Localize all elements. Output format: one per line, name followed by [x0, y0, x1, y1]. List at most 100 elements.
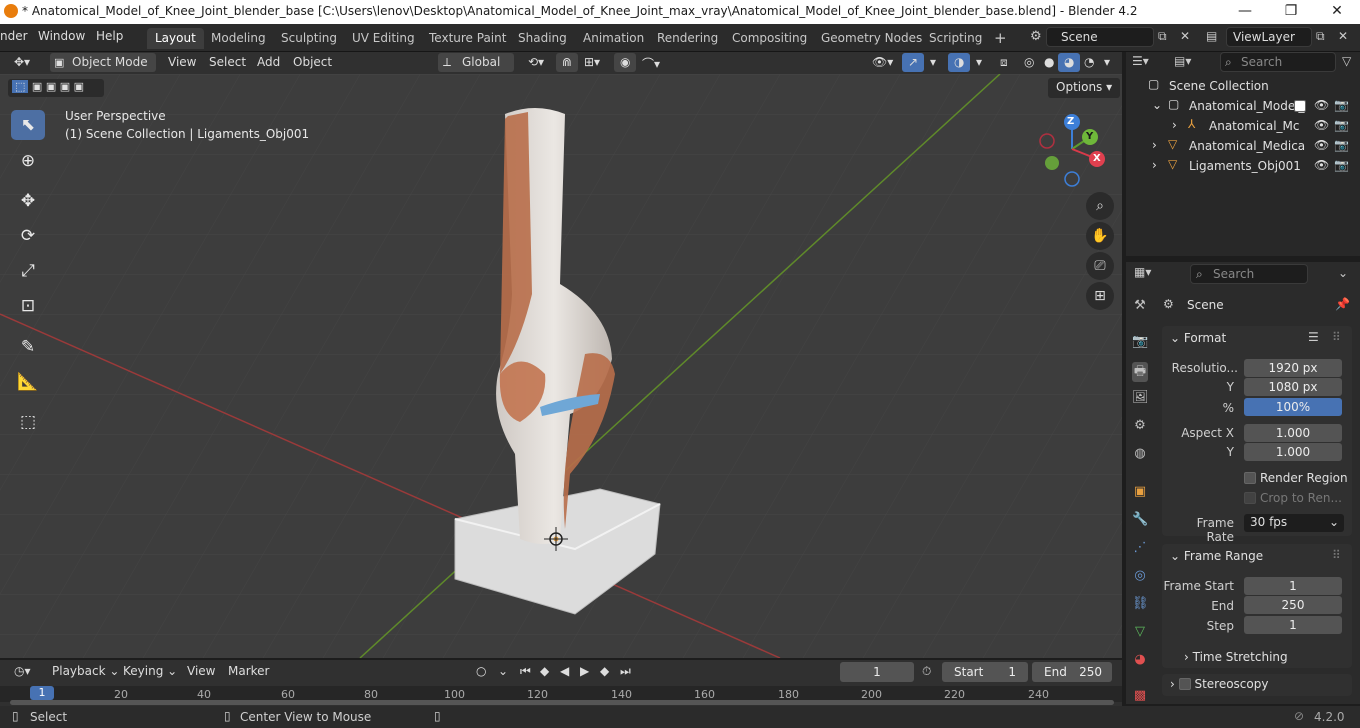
constraints-tab-icon[interactable]: ⛓	[1132, 596, 1149, 616]
tab-modeling[interactable]: Modeling	[203, 28, 274, 49]
outliner-row-collection[interactable]: ⌄ ▢ Anatomical_Model_ 👁 📷	[1126, 96, 1360, 116]
move-tool-icon[interactable]: ✥	[11, 186, 45, 216]
pivot-icon[interactable]: ⟲▾	[522, 53, 550, 72]
filter-icon[interactable]: ▽	[1342, 54, 1351, 68]
outliner-search-input[interactable]: Search	[1220, 52, 1336, 72]
aspect-x-field[interactable]: 1.000	[1244, 424, 1342, 442]
frame-end-field[interactable]: 250	[1244, 596, 1342, 614]
outliner-row-armature[interactable]: › ⅄ Anatomical_Mc 👁 📷	[1126, 116, 1360, 136]
rotate-tool-icon[interactable]: ⟳	[11, 221, 45, 251]
tab-rendering[interactable]: Rendering	[649, 28, 726, 49]
playhead[interactable]: 1	[30, 686, 54, 700]
gizmo-toggle-icon[interactable]: ↗	[902, 53, 925, 72]
cursor-tool-icon[interactable]: ⊕	[11, 146, 45, 176]
physics-tab-icon[interactable]: ◎	[1132, 568, 1148, 588]
eye-icon[interactable]: 👁	[1314, 158, 1329, 172]
shading-dropdown-icon[interactable]: ▾	[1098, 53, 1116, 72]
marker-menu[interactable]: Marker	[222, 662, 275, 681]
zoom-icon[interactable]: ⌕	[1086, 192, 1114, 220]
expand-chevron-icon[interactable]: ⌄	[1152, 98, 1162, 112]
viewlayer-selector[interactable]: ViewLayer	[1226, 27, 1312, 47]
resolution-y-field[interactable]: 1080 px	[1244, 378, 1342, 396]
display-mode-icon[interactable]: ▤▾	[1174, 54, 1191, 68]
menu-help[interactable]: Help	[96, 29, 123, 43]
menu-render[interactable]: nder	[0, 29, 28, 43]
select-new-icon[interactable]: ⬚	[12, 80, 29, 93]
tab-geometry-nodes[interactable]: Geometry Nodes	[813, 28, 930, 49]
render-tab-icon[interactable]: 📷	[1132, 334, 1148, 354]
current-frame-field[interactable]: 1	[840, 662, 914, 682]
next-keyframe-icon[interactable]: ◆	[594, 662, 615, 681]
outliner-editor-icon[interactable]: ☰▾	[1132, 54, 1149, 68]
outliner-row-scene-collection[interactable]: ▢ Scene Collection	[1126, 76, 1360, 96]
add-cube-tool-icon[interactable]: ⬚	[11, 407, 45, 437]
tab-shading[interactable]: Shading	[510, 28, 575, 49]
render-camera-icon[interactable]: 📷	[1334, 118, 1349, 132]
delete-scene-icon[interactable]: ✕	[1180, 29, 1190, 43]
stereoscopy-checkbox[interactable]	[1178, 678, 1191, 690]
expand-chevron-icon[interactable]: ›	[1172, 118, 1177, 132]
object-tab-icon[interactable]: ▣	[1132, 484, 1148, 504]
modifier-tab-icon[interactable]: 🔧	[1132, 512, 1148, 532]
tab-layout[interactable]: Layout	[147, 28, 204, 49]
time-stretching-header[interactable]: › Time Stretching	[1184, 650, 1288, 664]
render-region-checkbox[interactable]	[1244, 472, 1256, 484]
scene-tab-icon[interactable]: ⚙	[1132, 418, 1148, 438]
minimize-button[interactable]: —	[1222, 0, 1268, 24]
stereoscopy-header[interactable]: › Stereoscopy	[1170, 677, 1268, 691]
scale-tool-icon[interactable]: ⤢	[11, 256, 45, 286]
playback-menu[interactable]: Playback ⌄	[46, 662, 125, 681]
options-dropdown[interactable]: Options ▾	[1048, 78, 1121, 98]
tab-uv-editing[interactable]: UV Editing	[344, 28, 423, 49]
properties-options-icon[interactable]: ⌄	[1338, 266, 1348, 280]
menu-window[interactable]: Window	[38, 29, 85, 43]
eye-icon[interactable]: 👁	[1314, 138, 1329, 152]
tab-texture-paint[interactable]: Texture Paint	[421, 28, 514, 49]
close-button[interactable]: ✕	[1314, 0, 1360, 24]
timeline-editor-icon[interactable]: ◷▾	[8, 662, 37, 681]
properties-editor-icon[interactable]: ▦▾	[1134, 265, 1151, 279]
data-tab-icon[interactable]: ▽	[1132, 624, 1148, 644]
prev-keyframe-icon[interactable]: ◆	[534, 662, 555, 681]
scene-selector[interactable]: Scene	[1046, 27, 1154, 47]
pin-icon[interactable]: 📌	[1335, 297, 1350, 311]
resolution-percent-slider[interactable]: 100%	[1244, 398, 1342, 416]
render-camera-icon[interactable]: 📷	[1334, 98, 1349, 112]
xray-icon[interactable]: ⧈	[994, 53, 1014, 72]
frame-step-field[interactable]: 1	[1244, 616, 1342, 634]
presets-list-icon[interactable]: ☰	[1308, 330, 1319, 344]
select-subtract-icon[interactable]: ▣	[46, 80, 56, 93]
material-tab-icon[interactable]: ◕	[1132, 652, 1148, 672]
falloff-icon[interactable]: ⌒▾	[636, 53, 666, 72]
frame-start-field[interactable]: 1	[1244, 577, 1342, 595]
play-icon[interactable]: ▶	[574, 662, 595, 681]
snap-icon[interactable]: ⋒	[556, 53, 579, 72]
output-tab-icon[interactable]: 🖶	[1132, 362, 1148, 382]
overlay-toggle-icon[interactable]: ◑	[948, 53, 971, 72]
object-mode-dropdown[interactable]: Object Mode	[50, 53, 156, 72]
snap-target-icon[interactable]: ⊞▾	[578, 53, 606, 72]
drag-handle-icon[interactable]: ⠿	[1332, 548, 1341, 562]
render-camera-icon[interactable]: 📷	[1334, 138, 1349, 152]
format-section-header[interactable]: ⌄ Format	[1170, 331, 1226, 345]
maximize-button[interactable]: ❐	[1268, 0, 1314, 24]
add-workspace-button[interactable]: +	[986, 26, 1015, 47]
frame-rate-dropdown[interactable]: 30 fps ⌄	[1244, 514, 1344, 532]
measure-tool-icon[interactable]: 📐	[11, 367, 45, 397]
jump-end-icon[interactable]: ⏭	[614, 662, 637, 681]
eye-icon[interactable]: 👁	[1314, 98, 1329, 112]
pan-hand-icon[interactable]: ✋	[1086, 222, 1114, 250]
timeline-start-field[interactable]: Start 1	[942, 662, 1028, 682]
expand-chevron-icon[interactable]: ›	[1152, 138, 1157, 152]
annotate-tool-icon[interactable]: ✎	[11, 332, 45, 362]
properties-search-input[interactable]: Search	[1190, 264, 1308, 284]
outliner-row-medical[interactable]: › ▽ Anatomical_Medica 👁 📷	[1126, 136, 1360, 156]
tab-scripting[interactable]: Scripting	[921, 28, 990, 49]
menu-select[interactable]: Select	[203, 53, 252, 72]
keying-menu[interactable]: Keying ⌄	[117, 662, 183, 681]
timeline-end-field[interactable]: End 250	[1032, 662, 1112, 682]
ortho-toggle-icon[interactable]: ⊞	[1086, 282, 1114, 310]
menu-view[interactable]: View	[162, 53, 202, 72]
keying-set-icon[interactable]: ⌄	[492, 662, 514, 681]
visibility-icon[interactable]: 👁▾	[866, 53, 899, 72]
